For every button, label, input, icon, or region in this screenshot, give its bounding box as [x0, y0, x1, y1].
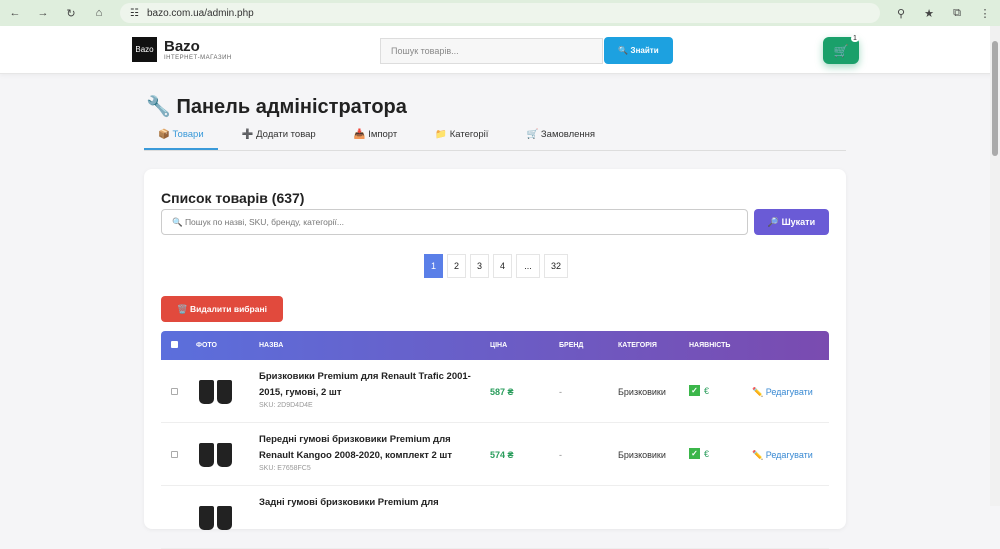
admin-tabs: 📦 Товари ➕ Додати товар 📥 Імпорт 📁 Катег… [144, 124, 846, 151]
page-title: 🔧 Панель адміністратора [146, 96, 407, 118]
page-ellipsis: ... [516, 254, 540, 278]
cart-count-badge: 1 [851, 35, 859, 42]
product-name: Передні гумові бризковики Premium для Re… [259, 434, 452, 461]
check-icon: ✓ [689, 385, 700, 396]
product-sku: SKU: E7658FC5 [259, 465, 311, 472]
pagination: 1 2 3 4 ... 32 [424, 254, 568, 278]
product-brand: - [559, 450, 562, 460]
tab-import[interactable]: 📥 Імпорт [340, 124, 412, 150]
table-row: Бризковики Premium для Renault Trafic 20… [161, 360, 829, 423]
check-icon: ✓ [689, 448, 700, 459]
folder-icon: 📁 [435, 129, 448, 140]
col-photo: ФОТО [196, 342, 217, 349]
bookmark-star-icon[interactable]: ★ [922, 7, 936, 20]
cart-icon: 🛒 [833, 43, 849, 58]
tab-add-product[interactable]: ➕ Додати товар [228, 124, 330, 150]
table-header: ФОТО НАЗВА ЦІНА БРЕНД КАТЕГОРІЯ НАЯВНІСТ… [161, 331, 829, 360]
table-row: Передні гумові бризковики Premium для Re… [161, 423, 829, 486]
products-search-button[interactable]: 🔎 Шукати [754, 209, 829, 235]
header-search-button[interactable]: 🔍 Знайти [604, 37, 673, 64]
product-name: Задні гумові бризковики Premium для [259, 497, 439, 508]
page-32[interactable]: 32 [544, 254, 568, 278]
product-brand: - [559, 387, 562, 397]
product-price: 587 ₴ [490, 387, 514, 397]
stock-text: € [704, 385, 710, 396]
brand-name[interactable]: Bazo [164, 38, 200, 55]
col-price: ЦІНА [490, 342, 508, 349]
edit-link[interactable]: ✏️ Редагувати [752, 387, 813, 398]
page-1[interactable]: 1 [424, 254, 443, 278]
col-name: НАЗВА [259, 342, 284, 349]
product-price: 574 ₴ [490, 450, 514, 460]
tab-products[interactable]: 📦 Товари [144, 124, 218, 150]
tab-label: Товари [172, 129, 204, 140]
row-checkbox[interactable] [171, 388, 178, 395]
edit-link[interactable]: ✏️ Редагувати [752, 450, 813, 461]
col-brand: БРЕНД [559, 342, 584, 349]
address-bar[interactable]: ☷ bazo.com.ua/admin.php [120, 3, 880, 23]
tab-label: Додати товар [256, 129, 316, 140]
row-checkbox[interactable] [171, 451, 178, 458]
product-name: Бризковики Premium для Renault Trafic 20… [259, 371, 471, 398]
product-stock: ✓ € [689, 385, 709, 396]
product-photo [199, 502, 239, 530]
product-photo [199, 376, 239, 404]
logo[interactable]: Bazo [132, 37, 157, 62]
scrollbar[interactable] [990, 26, 1000, 506]
delete-selected-button[interactable]: 🗑️ Видалити вибрані [161, 296, 283, 322]
page-4[interactable]: 4 [493, 254, 512, 278]
zoom-icon[interactable]: ⚲ [894, 7, 908, 20]
home-icon[interactable]: ⌂ [92, 7, 106, 19]
tab-label: Імпорт [368, 129, 398, 140]
product-sku: SKU: 2D9D4D4E [259, 402, 313, 409]
page-3[interactable]: 3 [470, 254, 489, 278]
tab-orders[interactable]: 🛒 Замовлення [512, 124, 609, 150]
product-stock: ✓ € [689, 448, 709, 459]
products-search-input[interactable]: 🔍 Пошук по назві, SKU, бренду, категорії… [161, 209, 748, 235]
brand-subtitle: ІНТЕРНЕТ-МАГАЗИН [164, 55, 232, 61]
product-photo [199, 439, 239, 467]
import-icon: 📥 [353, 129, 366, 140]
menu-icon[interactable]: ⋮ [978, 7, 992, 20]
tab-label: Замовлення [540, 129, 596, 140]
cart-icon: 🛒 [526, 129, 539, 140]
reload-icon[interactable]: ↻ [64, 7, 78, 20]
col-stock: НАЯВНІСТЬ [689, 342, 731, 349]
url-text: bazo.com.ua/admin.php [146, 7, 254, 19]
products-title: Список товарів (637) [161, 190, 305, 206]
tab-label: Категорії [449, 129, 489, 140]
forward-icon[interactable]: → [36, 7, 50, 19]
product-category: Бризковики [618, 387, 666, 397]
select-all-checkbox[interactable] [171, 341, 178, 348]
product-category: Бризковики [618, 450, 666, 460]
site-info-icon[interactable]: ☷ [130, 8, 139, 19]
browser-toolbar: ← → ↻ ⌂ ☷ bazo.com.ua/admin.php ⚲ ★ ⧉ ⋮ [0, 0, 1000, 26]
page-2[interactable]: 2 [447, 254, 466, 278]
box-icon: 📦 [158, 129, 170, 140]
stock-text: € [704, 448, 710, 459]
header-search-input[interactable]: Пошук товарів... [380, 38, 603, 64]
col-category: КАТЕГОРІЯ [618, 342, 657, 349]
plus-icon: ➕ [241, 129, 254, 140]
back-icon[interactable]: ← [8, 7, 22, 19]
tab-categories[interactable]: 📁 Категорії [421, 124, 502, 150]
products-card: Список товарів (637) 🔍 Пошук по назві, S… [144, 169, 846, 549]
site-header: Bazo Bazo ІНТЕРНЕТ-МАГАЗИН Пошук товарів… [0, 26, 1000, 74]
table-row: Задні гумові бризковики Premium для [161, 486, 829, 549]
extensions-icon[interactable]: ⧉ [950, 7, 964, 20]
